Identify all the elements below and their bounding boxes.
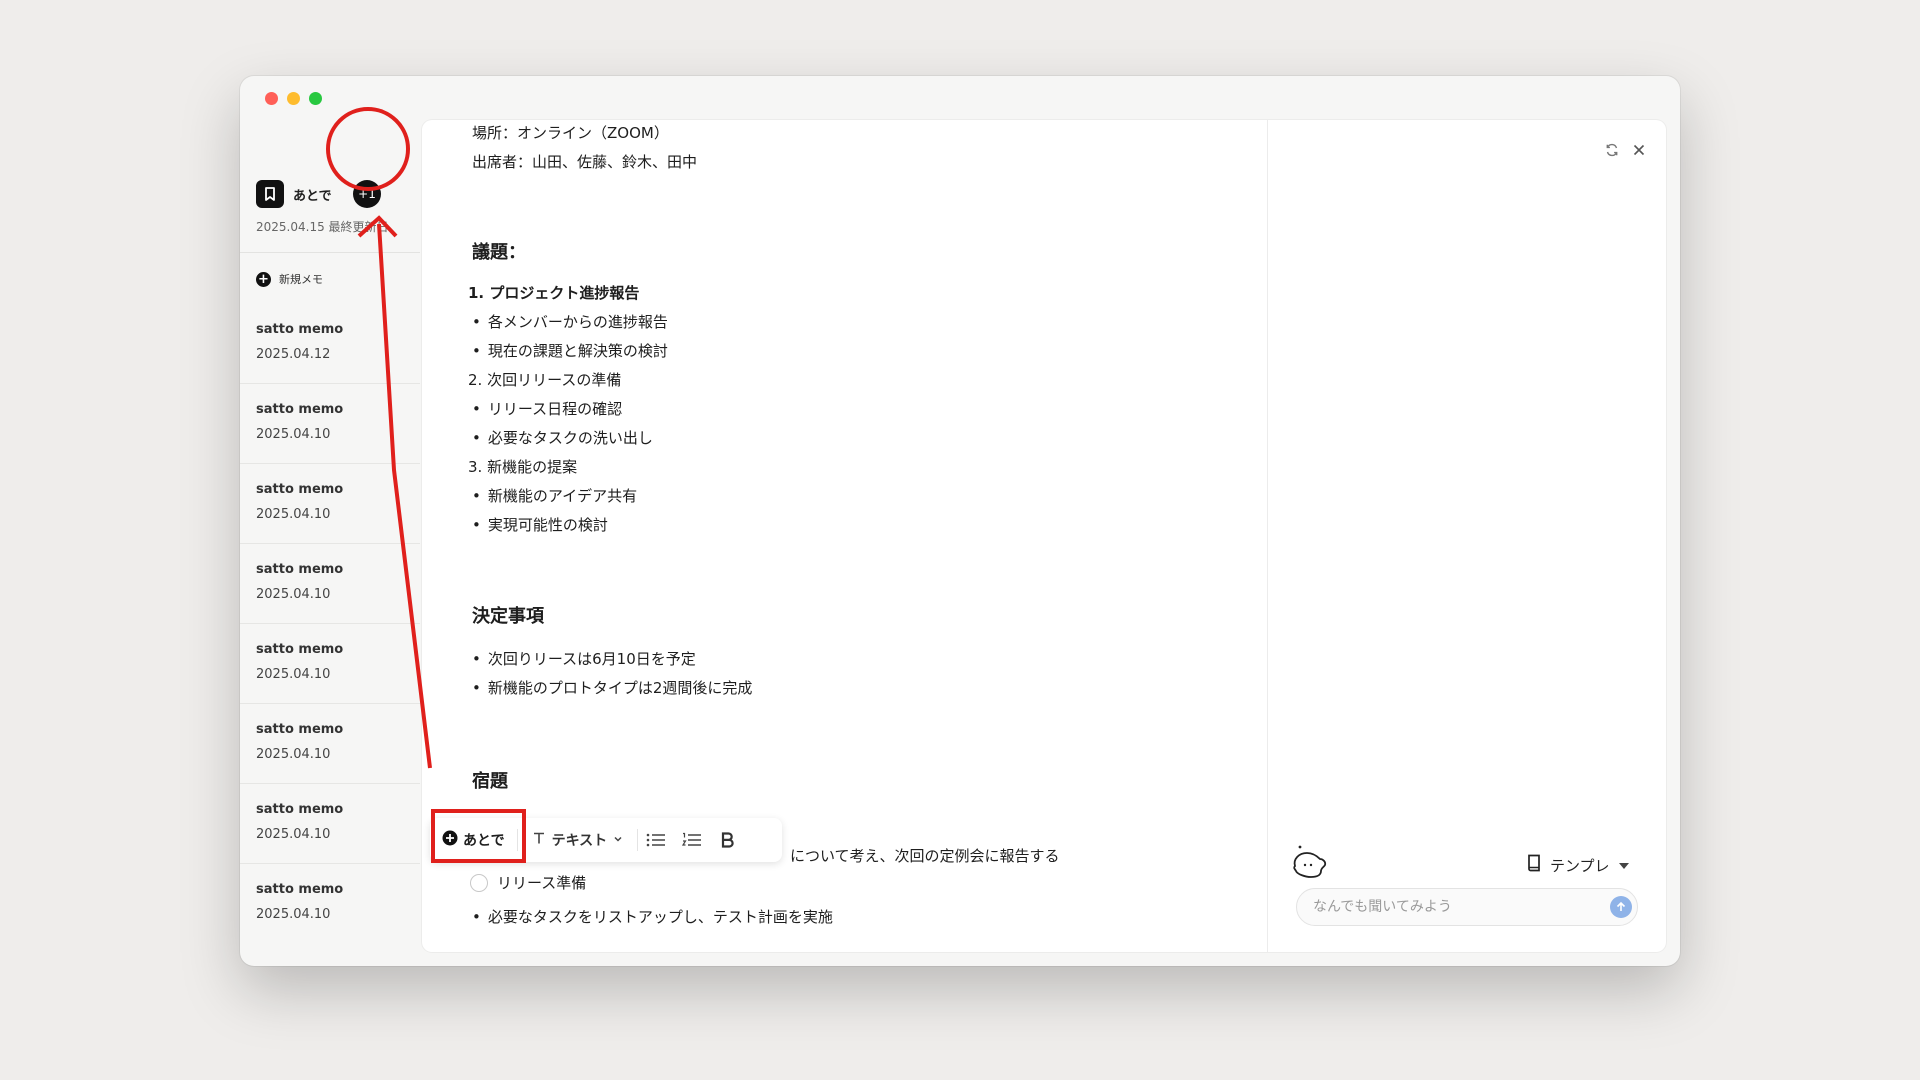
decisions-heading: 決定事項: [472, 606, 544, 627]
memo-title: satto memo: [256, 562, 344, 577]
editor-area: 場所：オンライン（ZOOM） 出席者：山田、佐藤、鈴木、田中 議題： 1. プロ…: [422, 120, 1666, 952]
memo-date: 2025.04.10: [256, 427, 331, 442]
memo-date: 2025.04.10: [256, 747, 331, 762]
memo-date: 2025.04.10: [256, 907, 331, 922]
list-item[interactable]: satto memo 2025.04.10: [240, 464, 420, 544]
chevron-down-icon: [613, 832, 623, 848]
caret-down-icon: [1618, 856, 1630, 874]
memo-title: satto memo: [256, 322, 344, 337]
sidebar: あとで +1 2025.04.15 最終更新日 + 新規メモ satto mem…: [240, 120, 420, 966]
todo-tasks: 必要なタスクをリストアップし、テスト計画を実施: [487, 908, 833, 926]
book-icon: [1526, 854, 1542, 876]
atode-header[interactable]: あとで: [256, 180, 332, 208]
memo-title: satto memo: [256, 402, 344, 417]
text-style-label: テキスト: [551, 833, 608, 849]
agenda-item-3b: 実現可能性の検討: [487, 516, 608, 534]
agenda-item-3: 3. 新機能の提案: [468, 458, 578, 476]
agenda-item-1b: 現在の課題と解決策の検討: [487, 342, 668, 360]
template-label: テンプレ: [1550, 856, 1610, 875]
agenda-item-1: 1. プロジェクト進捗報告: [468, 284, 640, 302]
list-item[interactable]: satto memo 2025.04.10: [240, 784, 420, 864]
add-atode-button[interactable]: あとで: [430, 818, 517, 862]
agenda-heading: 議題：: [472, 242, 526, 263]
sidebar-divider: [240, 252, 420, 253]
agenda-item-1a: 各メンバーからの進捗報告: [487, 313, 668, 331]
list-item[interactable]: satto memo 2025.04.10: [240, 864, 420, 944]
chat-input[interactable]: [1296, 888, 1638, 926]
bullet-list-icon[interactable]: [638, 818, 674, 862]
numbered-list-icon[interactable]: [674, 818, 710, 862]
new-memo-button[interactable]: + 新規メモ: [256, 271, 323, 287]
list-item[interactable]: satto memo 2025.04.10: [240, 384, 420, 464]
plus-circle-icon: +: [256, 271, 271, 287]
mascot-icon: [1290, 844, 1332, 880]
memo-title: satto memo: [256, 802, 344, 817]
text-format-icon: [532, 831, 546, 849]
bookmark-icon: [256, 180, 284, 208]
list-item[interactable]: satto memo 2025.04.10: [240, 624, 420, 704]
assistant-panel: テンプレ: [1268, 120, 1666, 952]
decision-2: 新機能のプロトタイプは2週間後に完成: [487, 679, 753, 697]
agenda-item-2: 2. 次回リリースの準備: [468, 371, 622, 389]
memo-date: 2025.04.10: [256, 587, 331, 602]
close-window-button[interactable]: [265, 92, 278, 105]
bold-icon[interactable]: [710, 818, 746, 862]
send-button[interactable]: [1610, 896, 1632, 918]
arrow-up-icon: [1615, 898, 1627, 917]
add-atode-label: あとで: [463, 833, 505, 849]
memo-date: 2025.04.10: [256, 827, 331, 842]
close-icon[interactable]: [1632, 142, 1648, 158]
agenda-item-2b: 必要なタスクの洗い出し: [487, 429, 653, 447]
minimize-window-button[interactable]: [287, 92, 300, 105]
memo-date: 2025.04.10: [256, 667, 331, 682]
atode-title: あとで: [293, 188, 332, 204]
agenda-item-3a: 新機能のアイデア共有: [487, 487, 638, 505]
memo-title: satto memo: [256, 642, 344, 657]
traffic-lights: [265, 92, 322, 105]
atode-count-badge: +1: [353, 180, 381, 208]
memo-title: satto memo: [256, 722, 344, 737]
todo-release-label: リリース準備: [497, 874, 587, 892]
new-memo-label: 新規メモ: [279, 273, 323, 286]
atode-updated-date: 2025.04.15 最終更新日: [256, 220, 389, 234]
memo-title: satto memo: [256, 882, 344, 897]
todo-release-item[interactable]: リリース準備: [470, 872, 586, 893]
doc-attendees: 出席者：山田、佐藤、鈴木、田中: [472, 153, 698, 171]
document[interactable]: 場所：オンライン（ZOOM） 出席者：山田、佐藤、鈴木、田中 議題： 1. プロ…: [422, 120, 1268, 952]
list-item[interactable]: satto memo 2025.04.10: [240, 544, 420, 624]
text-style-dropdown[interactable]: テキスト: [518, 830, 638, 850]
plus-circle-icon: [442, 830, 458, 850]
todo-checkbox[interactable]: [470, 874, 488, 892]
template-dropdown[interactable]: テンプレ: [1526, 854, 1630, 876]
agenda-item-2a: リリース日程の確認: [487, 400, 623, 418]
doc-place: 場所：オンライン（ZOOM）: [472, 124, 669, 142]
format-toolbar: あとで テキスト: [430, 818, 782, 862]
refresh-icon[interactable]: [1605, 142, 1621, 158]
list-item[interactable]: satto memo 2025.04.10: [240, 704, 420, 784]
homework-partial-text: について考え、次回の定例会に報告する: [790, 847, 1060, 865]
list-item[interactable]: satto memo 2025.04.12: [240, 304, 420, 384]
homework-heading: 宿題: [472, 771, 508, 792]
memo-title: satto memo: [256, 482, 344, 497]
decision-1: 次回りリースは6月10日を予定: [487, 650, 696, 668]
app-window: あとで +1 2025.04.15 最終更新日 + 新規メモ satto mem…: [240, 76, 1680, 966]
memo-list: satto memo 2025.04.12 satto memo 2025.04.1…: [240, 304, 420, 944]
maximize-window-button[interactable]: [309, 92, 322, 105]
memo-date: 2025.04.12: [256, 347, 331, 362]
memo-date: 2025.04.10: [256, 507, 331, 522]
